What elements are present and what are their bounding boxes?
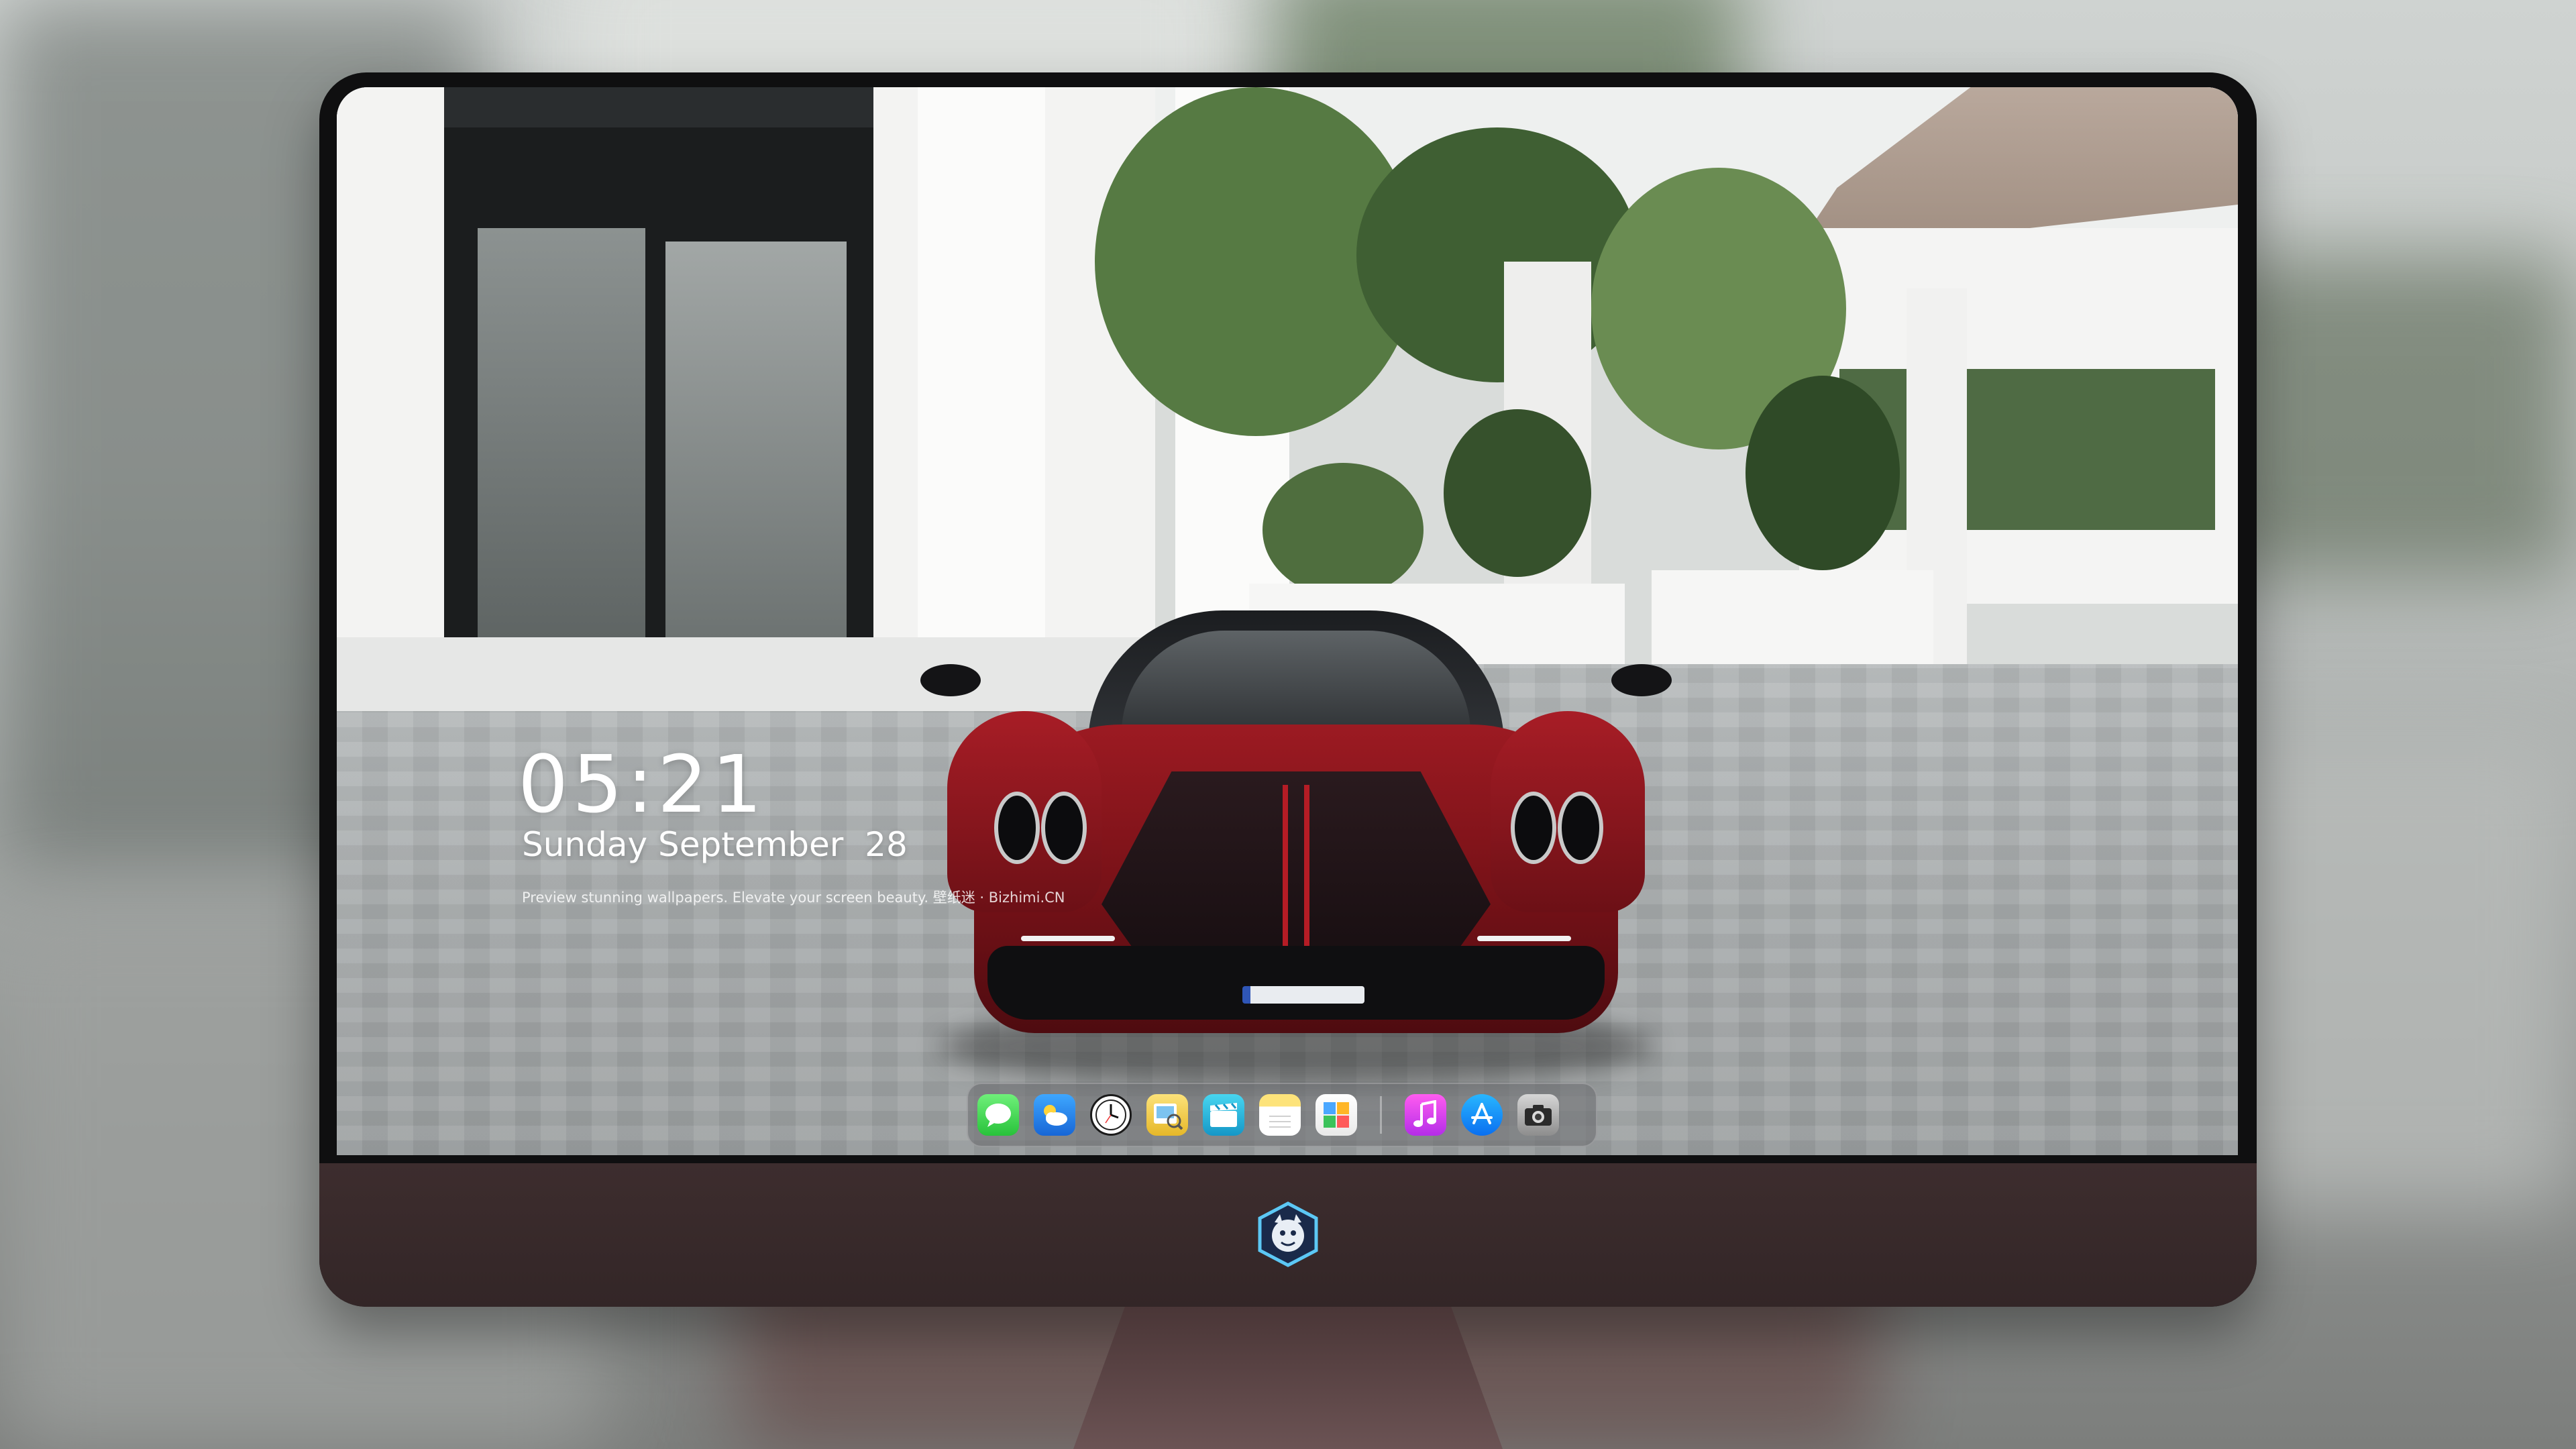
clips-icon[interactable] [1203,1094,1244,1136]
preview-icon[interactable] [1146,1094,1188,1136]
monitor-stand [1073,1307,1503,1449]
dock-separator [1380,1096,1382,1134]
wallpaper-tagline: Preview stunning wallpapers. Elevate you… [522,890,1065,906]
messages-icon[interactable] [977,1094,1019,1136]
camera-icon[interactable] [1517,1094,1559,1136]
music-icon[interactable] [1405,1094,1446,1136]
wallpaper-car [920,610,1672,1107]
photos-icon[interactable] [1316,1094,1357,1136]
lock-screen-date: Sunday September 28 [522,825,908,864]
notes-icon[interactable] [1259,1094,1301,1136]
app-store-icon[interactable] [1461,1094,1503,1136]
dock [967,1083,1597,1147]
lock-screen: 05:21 Sunday September 28 Preview stunni… [337,87,2238,1155]
lock-screen-time: 05:21 [518,738,767,830]
weather-icon[interactable] [1034,1094,1075,1136]
clock-icon[interactable] [1090,1094,1132,1136]
dragon-mascot-logo-icon [1258,1201,1318,1267]
